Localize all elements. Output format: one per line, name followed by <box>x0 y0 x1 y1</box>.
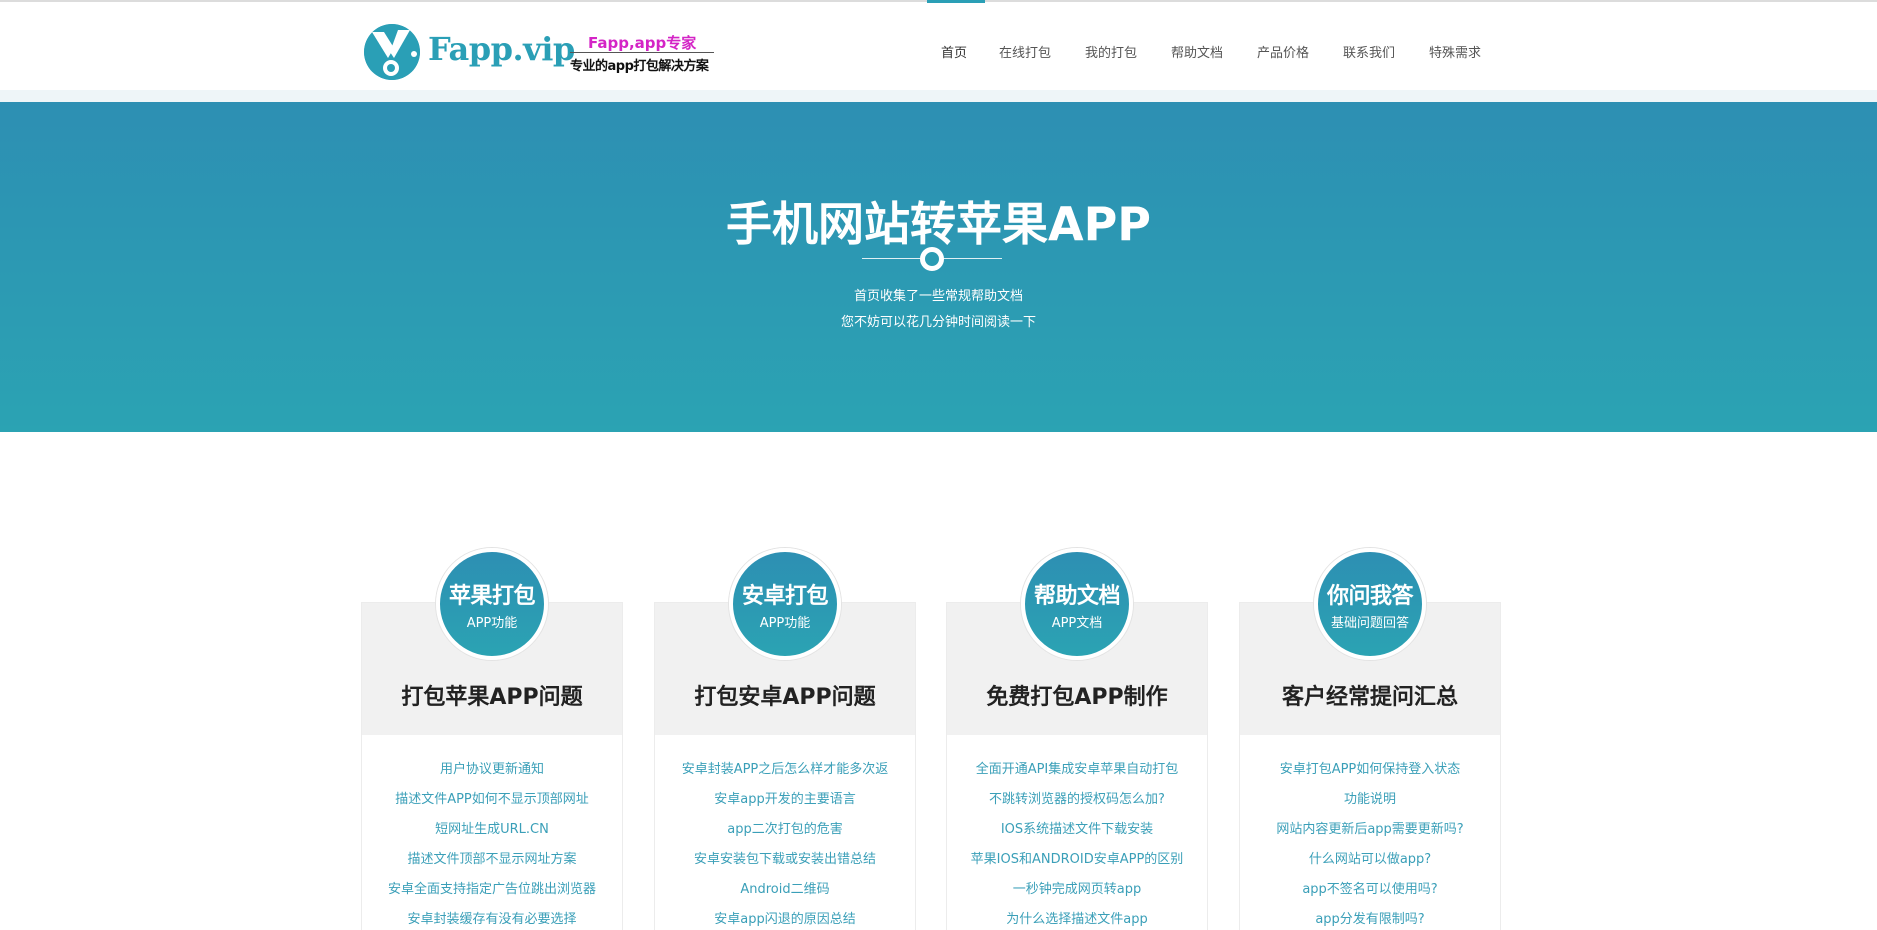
card-link[interactable]: 描述文件顶部不显示网址方案 <box>362 845 622 875</box>
card-link[interactable]: 安卓app开发的主要语言 <box>655 785 915 815</box>
card-link[interactable]: app二次打包的危害 <box>655 815 915 845</box>
hero-divider-dot-icon <box>920 247 944 271</box>
card-title: 客户经常提问汇总 <box>1281 685 1458 710</box>
card-link[interactable]: 网站内容更新后app需要更新吗? <box>1240 815 1500 845</box>
card-link[interactable]: 安卓封装缓存有没有必要选择 <box>362 905 622 930</box>
circle-main-label: 帮助文档 <box>1033 584 1121 609</box>
card-circle-apple-pack[interactable]: 苹果打包 APP功能 <box>436 548 548 660</box>
card-link[interactable]: app不签名可以使用吗? <box>1240 875 1500 905</box>
card-link[interactable]: 苹果IOS和ANDROID安卓APP的区别 <box>947 845 1207 875</box>
card-link[interactable]: Android二维码 <box>655 875 915 905</box>
card-link[interactable]: IOS系统描述文件下载安装 <box>947 815 1207 845</box>
nav-item-pricing[interactable]: 产品价格 <box>1257 42 1309 61</box>
card-link[interactable]: 安卓全面支持指定广告位跳出浏览器 <box>362 875 622 905</box>
circle-main-label: 苹果打包 <box>448 584 536 609</box>
card-link[interactable]: 为什么选择描述文件app <box>947 905 1207 930</box>
circle-sub-label: APP文档 <box>1051 616 1103 631</box>
card-link[interactable]: 用户协议更新通知 <box>362 755 622 785</box>
circle-sub-label: APP功能 <box>466 616 518 631</box>
card-link[interactable]: 短网址生成URL.CN <box>362 815 622 845</box>
card-link[interactable]: 全面开通API集成安卓苹果自动打包 <box>947 755 1207 785</box>
card-link-list: 安卓封装APP之后怎么样才能多次返 安卓app开发的主要语言 app二次打包的危… <box>655 755 915 930</box>
main-nav: 首页 在线打包 我的打包 帮助文档 产品价格 联系我们 特殊需求 <box>0 0 1877 90</box>
nav-item-contact[interactable]: 联系我们 <box>1343 42 1395 61</box>
nav-item-help-docs[interactable]: 帮助文档 <box>1171 42 1223 61</box>
hero-subtitle-line1: 首页收集了一些常规帮助文档 <box>853 289 1023 304</box>
card-link[interactable]: 安卓打包APP如何保持登入状态 <box>1240 755 1500 785</box>
circle-sub-label: 基础问题回答 <box>1330 616 1409 631</box>
card-link[interactable]: 安卓安装包下载或安装出错总结 <box>655 845 915 875</box>
card-link-list: 全面开通API集成安卓苹果自动打包 不跳转浏览器的授权码怎么加? IOS系统描述… <box>947 755 1207 930</box>
card-link[interactable]: 安卓app闪退的原因总结 <box>655 905 915 930</box>
header-divider-strip <box>0 90 1877 102</box>
card-link[interactable]: 安卓封装APP之后怎么样才能多次返 <box>655 755 915 785</box>
card-circle-faq[interactable]: 你问我答 基础问题回答 <box>1314 548 1426 660</box>
circle-main-label: 安卓打包 <box>741 584 829 609</box>
nav-item-home[interactable]: 首页 <box>941 42 967 61</box>
card-link-list: 用户协议更新通知 描述文件APP如何不显示顶部网址 短网址生成URL.CN 描述… <box>362 755 622 930</box>
card-link[interactable]: app分发有限制吗? <box>1240 905 1500 930</box>
card-link[interactable]: 描述文件APP如何不显示顶部网址 <box>362 785 622 815</box>
nav-item-online-pack[interactable]: 在线打包 <box>999 42 1051 61</box>
card-title: 免费打包APP制作 <box>986 685 1168 710</box>
card-link[interactable]: 功能说明 <box>1240 785 1500 815</box>
card-title: 打包安卓APP问题 <box>694 685 876 710</box>
card-link[interactable]: 不跳转浏览器的授权码怎么加? <box>947 785 1207 815</box>
nav-item-my-packs[interactable]: 我的打包 <box>1085 42 1137 61</box>
hero-banner: 手机网站转苹果APP 首页收集了一些常规帮助文档 您不妨可以花几分钟时间阅读一下 <box>0 102 1877 432</box>
card-link-list: 安卓打包APP如何保持登入状态 功能说明 网站内容更新后app需要更新吗? 什么… <box>1240 755 1500 930</box>
circle-sub-label: APP功能 <box>759 616 811 631</box>
nav-item-special[interactable]: 特殊需求 <box>1429 42 1481 61</box>
nav-active-indicator <box>927 0 985 3</box>
card-circle-help-docs[interactable]: 帮助文档 APP文档 <box>1021 548 1133 660</box>
circle-main-label: 你问我答 <box>1326 584 1414 609</box>
card-link[interactable]: 一秒钟完成网页转app <box>947 875 1207 905</box>
card-link[interactable]: 什么网站可以做app? <box>1240 845 1500 875</box>
hero-title: 手机网站转苹果APP <box>725 197 1152 251</box>
card-title: 打包苹果APP问题 <box>401 685 583 710</box>
hero-subtitle-line2: 您不妨可以花几分钟时间阅读一下 <box>840 315 1036 330</box>
card-circle-android-pack[interactable]: 安卓打包 APP功能 <box>729 548 841 660</box>
